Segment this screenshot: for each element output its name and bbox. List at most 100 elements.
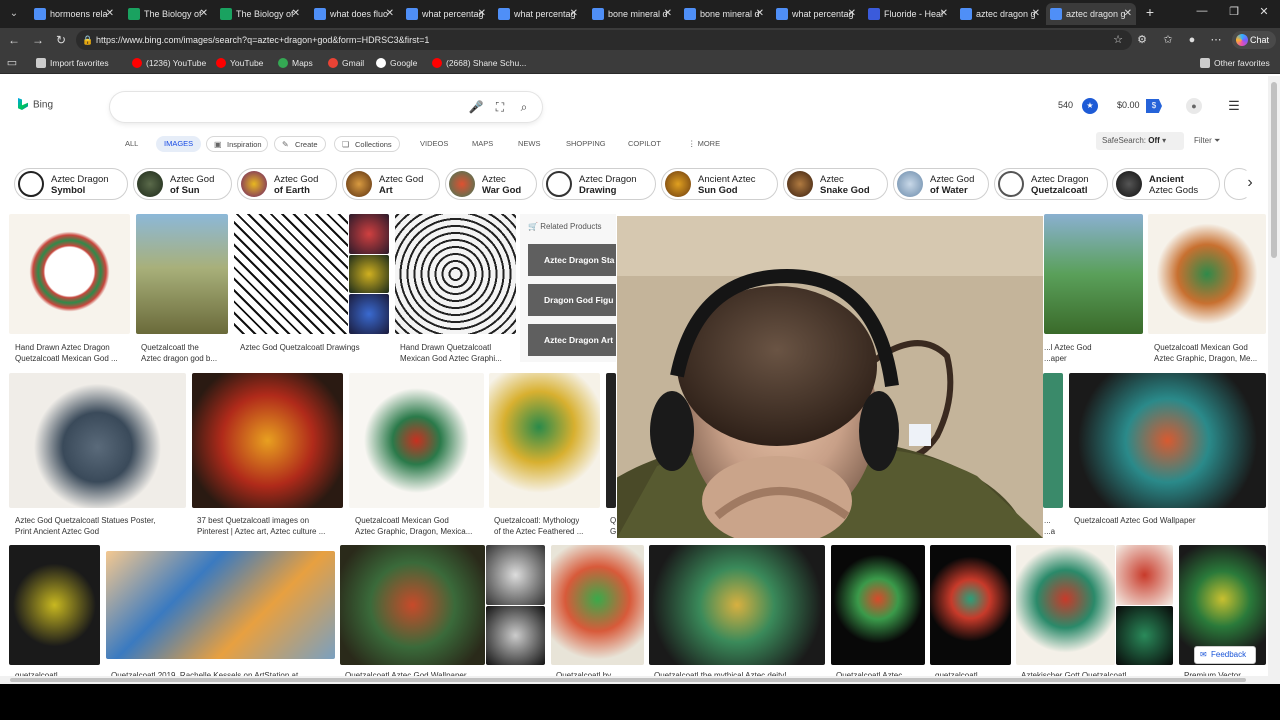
close-tab-icon[interactable]: ✕ xyxy=(1032,3,1040,25)
favorite-gmail[interactable]: Gmail xyxy=(328,56,364,70)
filter-button[interactable]: Filter ⏷ xyxy=(1194,136,1220,146)
scope-shopping[interactable]: SHOPPING xyxy=(566,136,606,152)
image-result[interactable] xyxy=(340,545,485,665)
image-result[interactable] xyxy=(1116,606,1173,665)
close-tab-icon[interactable]: ✕ xyxy=(1124,3,1132,25)
image-result[interactable] xyxy=(831,545,925,665)
tab[interactable]: Fluoride - Heal ✕ xyxy=(864,3,952,25)
image-result-partial[interactable] xyxy=(606,373,616,508)
close-tab-icon[interactable]: ✕ xyxy=(570,3,578,25)
vertical-scrollbar[interactable] xyxy=(1268,76,1280,684)
horizontal-scrollbar[interactable] xyxy=(0,676,1268,684)
scope-collections[interactable]: ❏ Collections xyxy=(334,136,400,152)
tab[interactable]: The Biology of ✕ xyxy=(124,3,212,25)
image-result[interactable] xyxy=(349,255,389,293)
favorite-maps[interactable]: Maps xyxy=(278,56,313,70)
rewards-points[interactable]: 540 xyxy=(1058,100,1073,110)
new-tab-plus-icon[interactable]: + xyxy=(1142,4,1158,20)
related-chip[interactable]: Aztec God Art xyxy=(342,168,440,200)
chat-button[interactable]: Chat xyxy=(1232,31,1276,49)
back-arrow-icon[interactable]: ← xyxy=(6,32,22,48)
url-field[interactable]: 🔒 https://www.bing.com/images/search?q=az… xyxy=(76,30,1132,50)
image-result[interactable] xyxy=(649,545,825,665)
related-chip[interactable]: Aztec God of Sun xyxy=(133,168,232,200)
close-tab-icon[interactable]: ✕ xyxy=(478,3,486,25)
extensions-icon[interactable]: ⚙ xyxy=(1134,32,1150,48)
image-result[interactable] xyxy=(930,545,1011,665)
related-chip[interactable]: Aztec Dragon Drawing xyxy=(542,168,656,200)
favorites-icon[interactable]: ✩ xyxy=(1160,32,1176,48)
favorite-import[interactable]: Import favorites xyxy=(36,56,109,70)
image-result[interactable] xyxy=(106,551,335,659)
close-tab-icon[interactable]: ✕ xyxy=(106,3,114,25)
profile-icon[interactable]: ● xyxy=(1184,32,1200,48)
related-product[interactable]: Dragon God Figu xyxy=(528,284,616,316)
close-tab-icon[interactable]: ✕ xyxy=(200,3,208,25)
favorite-youtube-1236[interactable]: (1236) YouTube xyxy=(132,56,206,70)
image-result[interactable] xyxy=(349,373,484,508)
safesearch-dropdown[interactable]: SafeSearch: Off ▾ xyxy=(1096,132,1184,150)
chevron-right-icon[interactable]: › xyxy=(1236,170,1264,198)
tab[interactable]: bone mineral d ✕ xyxy=(588,3,676,25)
search-box[interactable]: 🎤 ⛶ ⌕ xyxy=(110,92,542,122)
image-result[interactable] xyxy=(1148,214,1266,334)
image-result[interactable] xyxy=(192,373,343,508)
search-icon[interactable]: ⌕ xyxy=(516,99,532,115)
scope-news[interactable]: NEWS xyxy=(518,136,541,152)
related-product[interactable]: Aztec Dragon Art xyxy=(528,324,616,356)
scope-maps[interactable]: MAPS xyxy=(472,136,493,152)
scope-all[interactable]: ALL xyxy=(125,136,138,152)
close-tab-icon[interactable]: ✕ xyxy=(940,3,948,25)
more-options-icon[interactable]: ⋯ xyxy=(1208,32,1224,48)
scrollbar-thumb[interactable] xyxy=(10,678,1246,682)
image-result[interactable] xyxy=(9,214,130,334)
image-result[interactable] xyxy=(234,214,348,334)
related-chip[interactable]: Aztec Dragon Symbol xyxy=(14,168,128,200)
other-favorites[interactable]: Other favorites xyxy=(1200,56,1270,70)
image-result[interactable] xyxy=(551,545,644,665)
refresh-icon[interactable]: ↻ xyxy=(53,32,69,48)
account-avatar-icon[interactable]: ● xyxy=(1186,98,1202,114)
related-chip[interactable]: Aztec War God xyxy=(445,168,537,200)
microphone-icon[interactable]: 🎤 xyxy=(468,99,484,115)
related-product[interactable]: Aztec Dragon Sta xyxy=(528,244,616,276)
related-chip[interactable]: Aztec Snake God xyxy=(783,168,888,200)
tab[interactable]: The Biology of ✕ xyxy=(216,3,304,25)
favorite-youtube[interactable]: YouTube xyxy=(216,56,263,70)
image-result[interactable] xyxy=(349,214,389,254)
image-result[interactable] xyxy=(486,606,545,665)
favorite-google[interactable]: Google xyxy=(376,56,417,70)
image-result[interactable] xyxy=(1044,214,1143,334)
image-result[interactable] xyxy=(349,294,389,334)
feedback-button[interactable]: ✉ Feedback xyxy=(1194,646,1256,664)
scope-videos[interactable]: VIDEOS xyxy=(420,136,448,152)
related-chip[interactable]: Aztec God of Water xyxy=(893,168,989,200)
tab-active[interactable]: aztec dragon g ✕ xyxy=(1046,3,1136,25)
visual-search-icon[interactable]: ⛶ xyxy=(492,99,508,115)
scope-images[interactable]: IMAGES xyxy=(156,136,202,152)
close-tab-icon[interactable]: ✕ xyxy=(756,3,764,25)
image-result[interactable] xyxy=(1016,545,1115,665)
scope-inspiration[interactable]: ▣ Inspiration xyxy=(206,136,268,152)
restore-icon[interactable]: ❐ xyxy=(1226,5,1242,18)
tab[interactable]: aztec dragon g ✕ xyxy=(956,3,1044,25)
favorite-star-icon[interactable]: ☆ xyxy=(1110,32,1126,48)
reading-list-icon[interactable]: ▭ xyxy=(4,55,20,71)
image-result[interactable] xyxy=(486,545,545,605)
close-window-icon[interactable]: ✕ xyxy=(1256,5,1272,18)
tab[interactable]: hormoens rela ✕ xyxy=(30,3,118,25)
forward-arrow-icon[interactable]: → xyxy=(30,32,46,48)
close-tab-icon[interactable]: ✕ xyxy=(292,3,300,25)
tab-actions-chevron-icon[interactable]: ⌄ xyxy=(6,6,22,22)
image-result[interactable] xyxy=(9,545,100,665)
related-chip[interactable]: Ancient Aztec Sun God xyxy=(661,168,778,200)
related-chip[interactable]: Ancient Aztec Gods xyxy=(1112,168,1220,200)
scope-more[interactable]: ⋮ MORE xyxy=(688,136,720,152)
related-chip[interactable]: Aztec Dragon Quetzalcoatl xyxy=(994,168,1108,200)
bing-logo[interactable]: Bing xyxy=(18,98,53,111)
tab[interactable]: what does fluo ✕ xyxy=(310,3,398,25)
close-tab-icon[interactable]: ✕ xyxy=(664,3,672,25)
cashback-amount[interactable]: $0.00 xyxy=(1117,100,1140,110)
search-input[interactable] xyxy=(124,98,454,116)
image-result[interactable] xyxy=(1069,373,1266,508)
